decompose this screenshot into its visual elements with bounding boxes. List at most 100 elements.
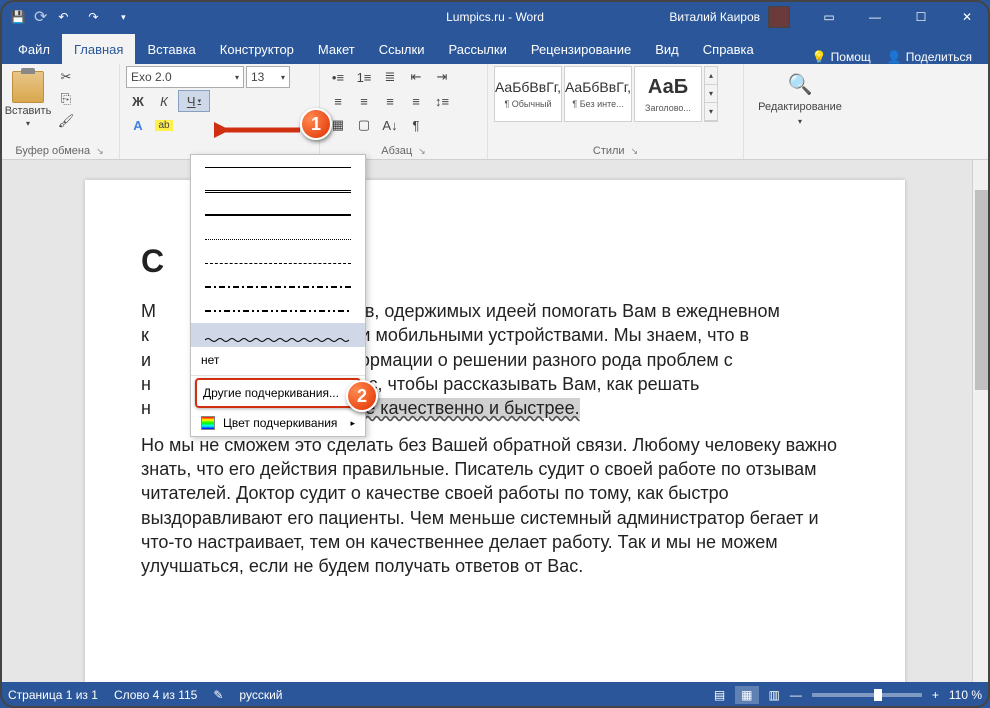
tell-me-button[interactable]: 💡Помощ — [812, 50, 871, 64]
font-name-combo[interactable]: Exo 2.0▾ — [126, 66, 244, 88]
styles-down-icon[interactable]: ▾ — [705, 85, 717, 103]
tab-insert[interactable]: Вставка — [135, 34, 207, 64]
underline-wavy[interactable] — [191, 323, 365, 347]
style-heading1[interactable]: АаБЗаголово... — [634, 66, 702, 122]
zoom-slider[interactable] — [812, 693, 922, 697]
user-account[interactable]: Виталий Каиров — [669, 6, 790, 28]
group-editing: 🔍 Редактирование ▾ — [744, 64, 864, 159]
styles-group-label: Стили — [593, 145, 625, 157]
maximize-button[interactable]: ☐ — [898, 0, 944, 34]
document-area[interactable]: С Мы — команда энтузиастов, одержимых ид… — [0, 160, 990, 682]
align-center-button[interactable]: ≡ — [352, 90, 376, 112]
redo-button[interactable]: ↷ — [79, 3, 107, 31]
underline-none[interactable]: нет — [191, 347, 365, 373]
underline-dotted[interactable] — [191, 227, 365, 251]
ribbon-display-options-button[interactable]: ▭ — [806, 0, 852, 34]
clipboard-icon — [12, 71, 44, 103]
group-clipboard: Вставить ▾ ✂ ⎘ 🖌 Буфер обмена ↘ — [0, 64, 120, 159]
line-spacing-button[interactable]: ↕≡ — [430, 90, 454, 112]
sort-button[interactable]: A↓ — [378, 114, 402, 136]
paste-button[interactable]: Вставить ▾ — [6, 66, 50, 132]
underline-single[interactable] — [191, 155, 365, 179]
ribbon-tabs: Файл Главная Вставка Конструктор Макет С… — [0, 34, 990, 64]
tab-references[interactable]: Ссылки — [367, 34, 437, 64]
autosave-icon[interactable]: 💾 — [4, 3, 32, 31]
multilevel-button[interactable]: ≣ — [378, 66, 402, 88]
copy-button[interactable]: ⎘ — [54, 88, 78, 110]
scrollbar-thumb[interactable] — [975, 190, 988, 390]
text-effects-button[interactable]: A — [126, 114, 150, 136]
ribbon: Вставить ▾ ✂ ⎘ 🖌 Буфер обмена↘ Exo 2.0▾ … — [0, 64, 990, 160]
tab-home[interactable]: Главная — [62, 34, 135, 64]
styles-launcher-icon[interactable]: ↘ — [631, 146, 639, 157]
decrease-indent-button[interactable]: ⇤ — [404, 66, 428, 88]
minimize-button[interactable]: — — [852, 0, 898, 34]
underline-dashed[interactable] — [191, 251, 365, 275]
paragraph-group-label: Абзац — [381, 145, 412, 157]
underline-button[interactable]: Ч▾ — [178, 90, 210, 112]
styles-scroll: ▴▾▾ — [704, 66, 718, 122]
font-size-combo[interactable]: 13▾ — [246, 66, 290, 88]
align-left-button[interactable]: ≡ — [326, 90, 350, 112]
show-marks-button[interactable]: ¶ — [404, 114, 428, 136]
avatar — [768, 6, 790, 28]
clipboard-group-label: Буфер обмена — [15, 145, 90, 157]
highlight-button[interactable]: ab — [152, 114, 176, 136]
style-normal[interactable]: АаБбВвГг,¶ Обычный — [494, 66, 562, 122]
status-page[interactable]: Страница 1 из 1 — [8, 688, 98, 702]
zoom-in-button[interactable]: + — [932, 688, 939, 702]
cut-button[interactable]: ✂ — [54, 66, 78, 88]
underline-dropdown: нет Другие подчеркивания... Цвет подчерк… — [190, 154, 366, 437]
underline-more[interactable]: Другие подчеркивания... — [195, 378, 361, 408]
tab-design[interactable]: Конструктор — [208, 34, 306, 64]
tab-layout[interactable]: Макет — [306, 34, 367, 64]
tab-view[interactable]: Вид — [643, 34, 691, 64]
window-title: Lumpics.ru - Word — [446, 10, 544, 24]
view-web-icon[interactable]: ▥ — [769, 688, 780, 702]
lightbulb-icon: 💡 — [812, 50, 827, 64]
paragraph-launcher-icon[interactable]: ↘ — [418, 146, 426, 157]
borders-button[interactable]: ▢ — [352, 114, 376, 136]
status-language[interactable]: русский — [239, 688, 282, 702]
numbering-button[interactable]: 1≡ — [352, 66, 376, 88]
qat-customize-icon[interactable]: ▾ — [109, 3, 137, 31]
underline-dash-dot-dot[interactable] — [191, 299, 365, 323]
styles-more-icon[interactable]: ▾ — [705, 103, 717, 121]
zoom-level[interactable]: 110 % — [949, 688, 982, 702]
quick-access-toolbar: 💾 ⟳ ↶ ↷ ▾ — [0, 3, 137, 31]
editing-button[interactable]: 🔍 Редактирование ▾ — [750, 66, 850, 132]
annotation-arrow — [214, 118, 304, 142]
bullets-button[interactable]: •≡ — [326, 66, 350, 88]
style-nospacing[interactable]: АаБбВвГг,¶ Без инте... — [564, 66, 632, 122]
bold-button[interactable]: Ж — [126, 90, 150, 112]
status-words[interactable]: Слово 4 из 115 — [114, 688, 197, 702]
view-print-icon[interactable]: ▦ — [735, 686, 758, 704]
tab-review[interactable]: Рецензирование — [519, 34, 643, 64]
styles-up-icon[interactable]: ▴ — [705, 67, 717, 85]
underline-color[interactable]: Цвет подчеркивания▸ — [191, 410, 365, 436]
align-right-button[interactable]: ≡ — [378, 90, 402, 112]
status-proofing-icon[interactable]: ✎ — [213, 688, 223, 702]
increase-indent-button[interactable]: ⇥ — [430, 66, 454, 88]
justify-button[interactable]: ≡ — [404, 90, 428, 112]
underline-double[interactable] — [191, 179, 365, 203]
zoom-out-button[interactable]: — — [790, 688, 802, 702]
underline-thick[interactable] — [191, 203, 365, 227]
view-read-icon[interactable]: ▤ — [714, 688, 725, 702]
vertical-scrollbar[interactable] — [972, 160, 990, 682]
italic-button[interactable]: К — [152, 90, 176, 112]
tab-help[interactable]: Справка — [691, 34, 766, 64]
share-button[interactable]: 👤Поделиться — [887, 50, 972, 64]
paragraph-2: Но мы не сможем это сделать без Вашей об… — [141, 433, 849, 579]
format-painter-button[interactable]: 🖌 — [54, 110, 78, 132]
color-picker-icon — [201, 416, 215, 430]
underline-dash-dot[interactable] — [191, 275, 365, 299]
group-paragraph: •≡ 1≡ ≣ ⇤ ⇥ ≡ ≡ ≡ ≡ ↕≡ ▦ ▢ A↓ ¶ Абзац↘ — [320, 64, 488, 159]
clipboard-launcher-icon[interactable]: ↘ — [96, 146, 104, 157]
tab-file[interactable]: Файл — [6, 34, 62, 64]
menu-separator — [191, 375, 365, 376]
close-button[interactable]: ✕ — [944, 0, 990, 34]
undo-button[interactable]: ↶ — [49, 3, 77, 31]
zoom-thumb[interactable] — [874, 689, 882, 701]
tab-mailings[interactable]: Рассылки — [436, 34, 518, 64]
